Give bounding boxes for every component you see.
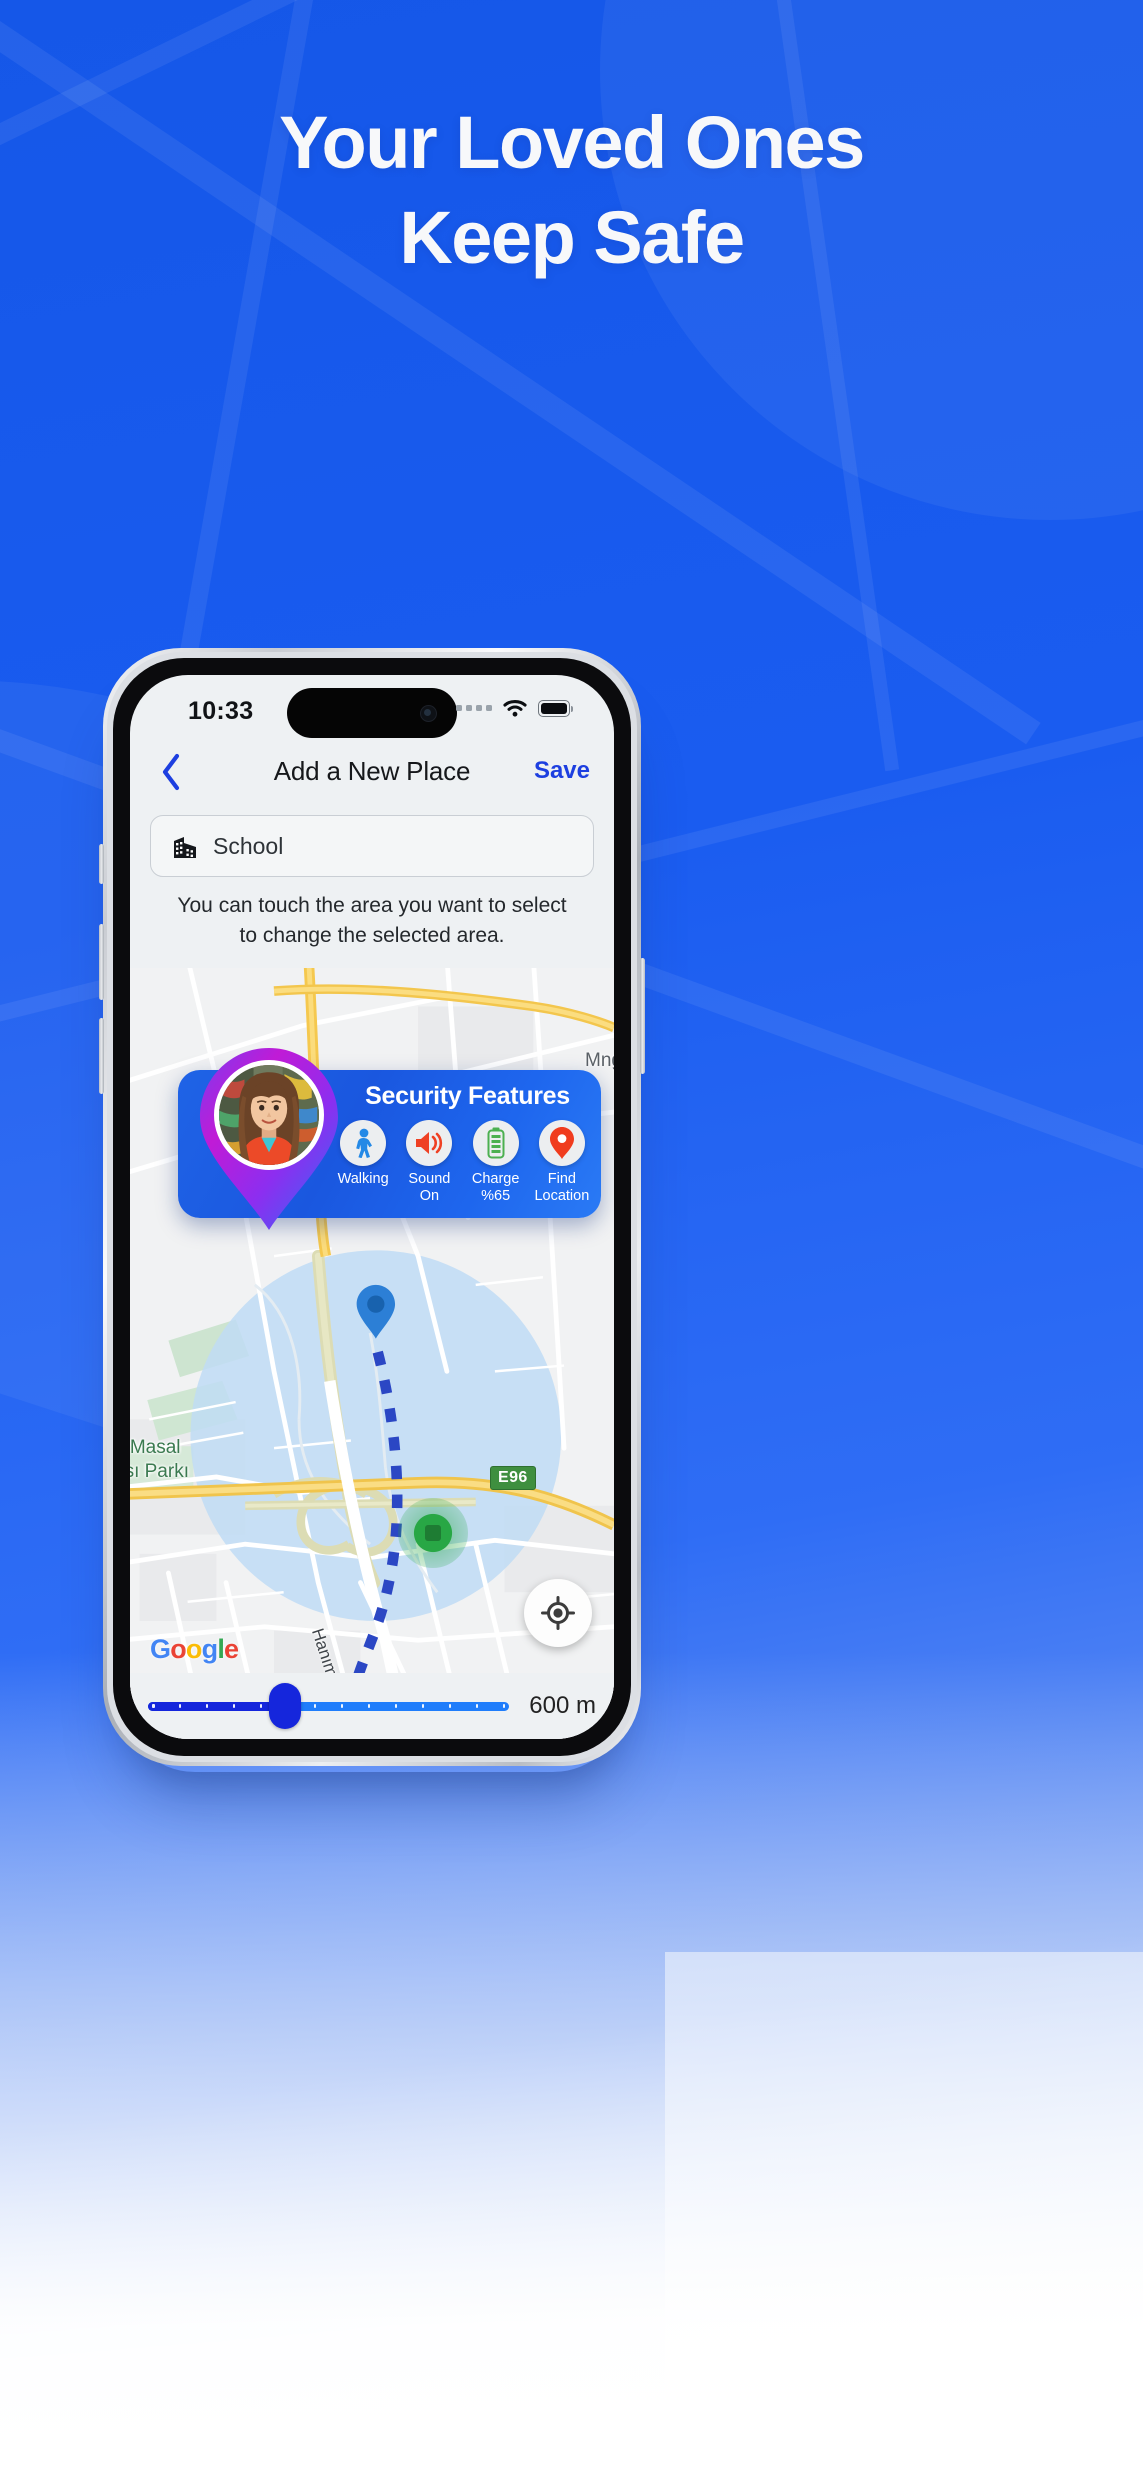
phone-bezel: n Masal ası Parkı Mng Hanım Blv. E96 Goo… (113, 658, 631, 1756)
cellular-dots-icon (456, 705, 492, 711)
radius-slider[interactable] (148, 1683, 510, 1729)
google-letter: G (150, 1634, 171, 1664)
speaker-sound-icon (406, 1120, 453, 1166)
google-letter: e (224, 1634, 239, 1664)
status-bar: 10:33 (130, 675, 614, 741)
highway-shield-e96: E96 (490, 1466, 536, 1490)
google-letter: o (170, 1634, 186, 1664)
avatar (214, 1060, 324, 1170)
place-name-field[interactable]: School (150, 815, 594, 877)
security-feature-label: Find Location (529, 1171, 595, 1205)
park-label: n Masal ası Parkı (130, 1436, 189, 1485)
bg-fade (0, 1652, 1143, 2472)
status-indicators (456, 699, 573, 717)
security-feature-sound[interactable]: Sound On (396, 1120, 462, 1205)
radius-value-label: 600 m (529, 1692, 596, 1719)
dynamic-island (287, 688, 457, 738)
security-feature-list: Walking Sound On Charge %65 Find Locatio… (330, 1120, 595, 1205)
label-line2: On (419, 1188, 440, 1205)
status-time: 10:33 (188, 697, 254, 725)
my-location-crosshair-icon (541, 1596, 575, 1630)
google-attribution: Google (150, 1634, 239, 1665)
child-marker[interactable] (398, 1498, 468, 1568)
volume-up-button[interactable] (99, 924, 104, 1000)
headline-line-2: Keep Safe (399, 195, 745, 279)
wifi-icon (503, 699, 527, 717)
label-line2: Location (534, 1188, 590, 1205)
selection-hint-text: You can touch the area you want to selec… (177, 894, 567, 948)
nav-bar: Add a New Place Save (130, 741, 614, 803)
mute-switch[interactable] (99, 844, 104, 884)
child-avatar-pin[interactable] (198, 1046, 340, 1232)
security-features-card[interactable]: Security Features Walking Sound On Charg… (178, 1048, 601, 1230)
battery-charge-icon (472, 1120, 519, 1166)
google-letter: o (185, 1634, 202, 1664)
security-feature-charge[interactable]: Charge %65 (463, 1120, 529, 1205)
slider-ticks (148, 1702, 509, 1711)
place-name-value[interactable]: School (213, 833, 283, 860)
headline-line-1: Your Loved Ones (279, 101, 865, 184)
power-button[interactable] (640, 958, 645, 1074)
radius-slider-row: 600 m (130, 1673, 614, 1739)
phone-screen: n Masal ası Parkı Mng Hanım Blv. E96 Goo… (130, 675, 614, 1739)
walking-person-icon (340, 1120, 387, 1166)
building-icon (174, 837, 196, 858)
security-feature-label: Sound On (396, 1171, 462, 1205)
security-feature-label: Charge %65 (463, 1171, 529, 1205)
slider-thumb[interactable] (269, 1683, 302, 1729)
google-letter: g (201, 1634, 218, 1664)
phone-mockup: n Masal ası Parkı Mng Hanım Blv. E96 Goo… (99, 648, 645, 1766)
area-label-mng: Mng (585, 1050, 614, 1071)
google-letter: l (217, 1634, 225, 1664)
front-camera-icon (420, 704, 437, 722)
park-label-line1: n Masal (130, 1437, 181, 1458)
label-line2: %65 (481, 1188, 511, 1205)
map-pin-icon (538, 1120, 585, 1166)
promo-headline: Your Loved Ones Keep Safe (0, 96, 1143, 285)
label-line1: Sound (408, 1171, 451, 1187)
park-label-line2: ası Parkı (130, 1461, 189, 1483)
volume-down-button[interactable] (99, 1018, 104, 1094)
security-feature-find-location[interactable]: Find Location (529, 1120, 595, 1205)
security-card-title: Security Features (365, 1082, 570, 1110)
label-line1: Charge (471, 1171, 520, 1187)
phone-frame-inner: n Masal ası Parkı Mng Hanım Blv. E96 Goo… (107, 652, 637, 1762)
phone-frame: n Masal ası Parkı Mng Hanım Blv. E96 Goo… (103, 648, 641, 1766)
my-location-button[interactable] (524, 1579, 592, 1647)
save-button[interactable]: Save (534, 757, 590, 785)
label-line1: Find (547, 1171, 576, 1187)
avatar-photo (219, 1065, 319, 1165)
battery-icon (538, 699, 573, 717)
